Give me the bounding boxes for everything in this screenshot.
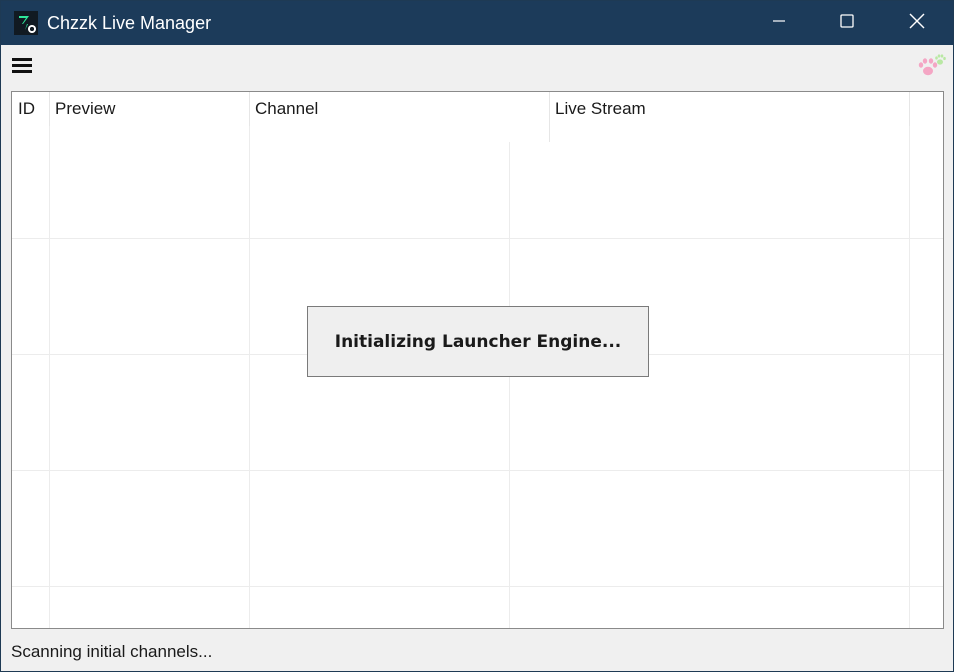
row-divider bbox=[12, 470, 943, 471]
maximize-button[interactable] bbox=[812, 1, 882, 45]
column-header-channel[interactable]: Channel bbox=[249, 92, 549, 126]
loading-message: Initializing Launcher Engine... bbox=[334, 331, 622, 352]
chzzk-logo-icon bbox=[14, 11, 38, 35]
close-icon bbox=[909, 13, 925, 34]
hamburger-menu-icon bbox=[11, 58, 33, 79]
column-header-preview[interactable]: Preview bbox=[49, 92, 249, 126]
column-divider bbox=[509, 142, 510, 628]
column-header-id[interactable]: ID bbox=[12, 92, 49, 126]
hamburger-menu-button[interactable] bbox=[11, 55, 35, 77]
loading-dialog: Initializing Launcher Engine... bbox=[307, 306, 649, 377]
column-divider bbox=[49, 126, 50, 628]
header-divider bbox=[909, 92, 910, 126]
window-title: Chzzk Live Manager bbox=[47, 13, 212, 33]
minimize-button[interactable] bbox=[744, 1, 814, 45]
maximize-icon bbox=[839, 13, 855, 34]
column-header-live-stream[interactable]: Live Stream bbox=[549, 92, 909, 126]
minimize-icon bbox=[772, 14, 786, 33]
row-divider bbox=[12, 586, 943, 587]
title-bar[interactable]: Chzzk Live Manager bbox=[1, 1, 953, 45]
status-text: Scanning initial channels... bbox=[11, 642, 213, 661]
column-divider bbox=[909, 126, 910, 628]
close-button[interactable] bbox=[882, 1, 952, 45]
table-header: ID Preview Channel Live Stream bbox=[12, 92, 943, 142]
row-divider bbox=[12, 238, 943, 239]
status-bar: Scanning initial channels... bbox=[1, 631, 953, 671]
paw-print-icon bbox=[915, 53, 947, 79]
app-window: Chzzk Live Manager ID Preview Channel Li… bbox=[0, 0, 954, 672]
column-divider bbox=[249, 126, 250, 628]
toolbar bbox=[1, 45, 953, 89]
